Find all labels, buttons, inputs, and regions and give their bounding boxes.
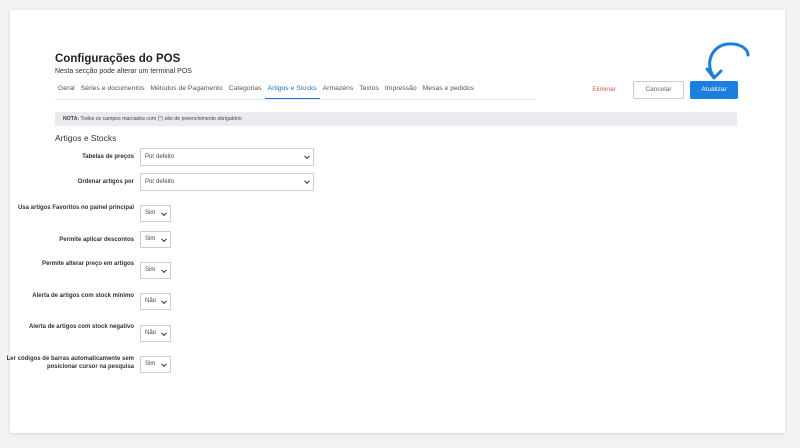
chevron-down-icon (304, 178, 310, 185)
note-text-before: Todos os campos marcados com ( (79, 116, 160, 122)
tab-geral[interactable]: Geral (55, 84, 78, 99)
min-stock-alert-select[interactable]: Não (140, 293, 171, 310)
chevron-down-icon (161, 235, 167, 242)
chevron-down-icon (161, 209, 167, 216)
section-title: Artigos e Stocks (55, 133, 117, 143)
sort-items-select[interactable]: Por defeito (140, 173, 314, 191)
price-tables-value: Por defeito (145, 154, 175, 160)
delete-button[interactable]: Eliminar (583, 83, 625, 97)
tab-impressao[interactable]: Impressão (382, 84, 420, 99)
required-fields-note: NOTA: Todos os campos marcados com (*) s… (55, 112, 737, 126)
tabs-divider (55, 99, 535, 100)
change-price-label: Permite alterar preço em artigos (41, 261, 134, 267)
favorites-value: Sim (145, 210, 156, 216)
tab-metodos-pagamento[interactable]: Métodos de Pagamento (147, 84, 225, 99)
curved-arrow-icon (705, 42, 750, 80)
tab-artigos-stocks[interactable]: Artigos e Stocks (264, 84, 320, 99)
price-tables-label: Tabelas de preços (82, 154, 134, 160)
discounts-label: Permite aplicar descontos (59, 237, 134, 243)
tab-series-documentos[interactable]: Séries e documentos (78, 84, 148, 99)
barcode-auto-value: Sim (145, 361, 156, 367)
sort-items-label: Ordenar artigos por (77, 179, 134, 185)
barcode-auto-label: Ler códigos de barras automaticamente se… (6, 356, 134, 370)
tab-textos[interactable]: Textos (356, 84, 382, 99)
change-price-value: Sim (145, 267, 156, 273)
favorites-select[interactable]: Sim (140, 205, 171, 222)
discounts-value: Sim (145, 236, 156, 242)
min-stock-alert-label: Alerta de artigos com stock mínimo (32, 293, 134, 299)
note-text-after: ) são de preenchimento obrigatório (161, 116, 242, 122)
settings-tabs: Geral Séries e documentos Métodos de Pag… (55, 84, 477, 100)
negative-stock-alert-label: Alerta de artigos com stock negativo (28, 324, 134, 330)
min-stock-alert-value: Não (145, 298, 157, 304)
change-price-select[interactable]: Sim (140, 262, 171, 279)
barcode-auto-select[interactable]: Sim (140, 356, 171, 373)
page-subtitle: Nesta secção pode alterar um terminal PO… (55, 68, 192, 75)
chevron-down-icon (161, 266, 167, 273)
negative-stock-alert-value: Não (145, 330, 157, 336)
tab-armazens[interactable]: Armazéns (320, 84, 357, 99)
cancel-button[interactable]: Cancelar (633, 81, 684, 99)
sort-items-value: Por defeito (145, 179, 175, 185)
discounts-select[interactable]: Sim (140, 231, 171, 248)
tab-categorias[interactable]: Categorias (226, 84, 265, 99)
negative-stock-alert-select[interactable]: Não (140, 325, 171, 342)
update-button[interactable]: Atualizar (690, 81, 738, 99)
tab-mesas-pedidos[interactable]: Mesas e pedidos (420, 84, 477, 99)
chevron-down-icon (161, 329, 167, 336)
chevron-down-icon (161, 297, 167, 304)
favorites-label: Usa artigos Favoritos no painel principa… (17, 205, 134, 211)
note-prefix: NOTA: (63, 116, 80, 122)
price-tables-select[interactable]: Por defeito (140, 148, 314, 166)
page-title: Configurações do POS (55, 53, 181, 65)
chevron-down-icon (304, 153, 310, 160)
chevron-down-icon (161, 360, 167, 367)
